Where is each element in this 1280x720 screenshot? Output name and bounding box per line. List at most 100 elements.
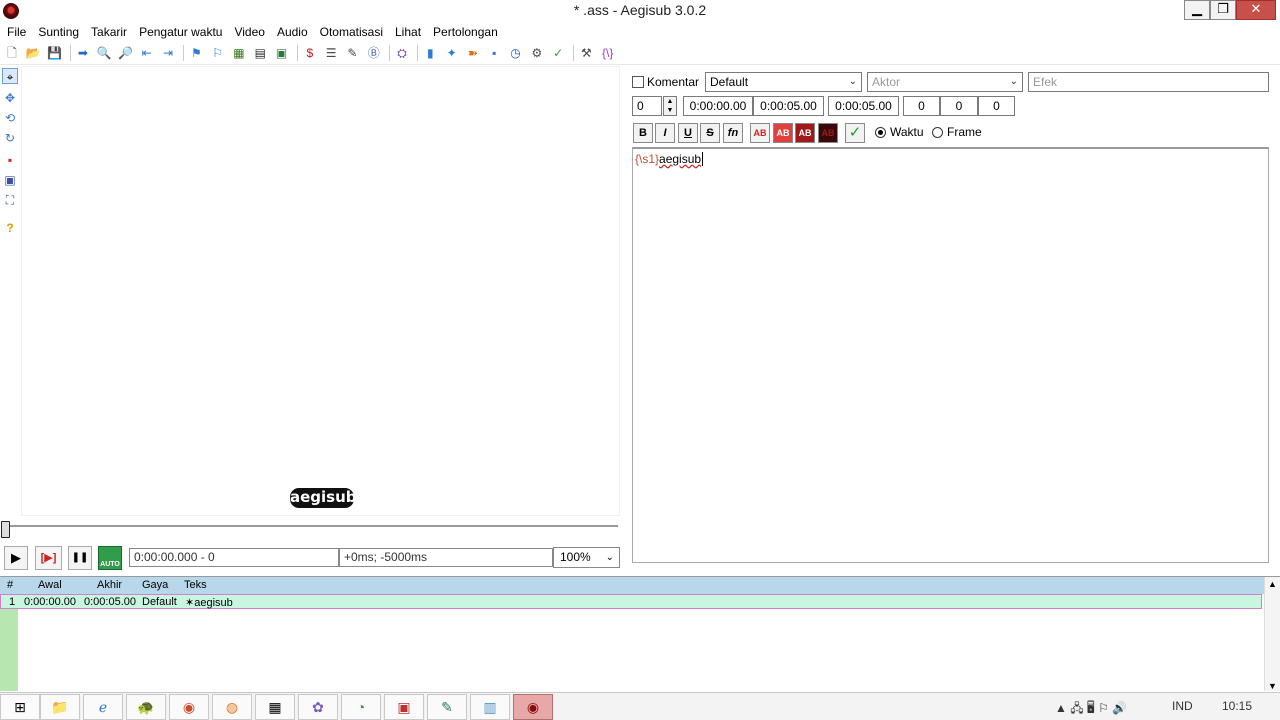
clip-tool-icon[interactable]: ▣ [2, 172, 18, 188]
translation-icon[interactable]: ✦ [443, 44, 461, 62]
properties-icon[interactable]: ☰ [322, 44, 340, 62]
autoscroll-toggle[interactable]: AUTO [98, 546, 122, 570]
scroll-up-icon[interactable]: ▲ [1265, 579, 1280, 589]
timing-postprocessor-icon[interactable]: ▪ [485, 44, 503, 62]
system-tray-icons[interactable]: ▲ 🖧 🖥 ⚐ 🔊 [1055, 699, 1127, 720]
close-button[interactable]: ✕ [1236, 0, 1276, 20]
options-icon[interactable]: ⚒ [577, 44, 595, 62]
taskbar-internet-explorer-icon[interactable]: ℯ [83, 694, 123, 720]
menu-video[interactable]: Video [234, 25, 270, 39]
clock[interactable]: 10:15 [1222, 699, 1252, 713]
menu-subtitle[interactable]: Takarir [91, 25, 133, 39]
grid-col-text[interactable]: Teks [184, 579, 207, 591]
taskbar-chrome-icon[interactable]: ◉ [169, 694, 209, 720]
shadow-color-button[interactable]: AB [818, 123, 838, 143]
end-time-field[interactable]: 0:00:05.00 [753, 96, 824, 116]
play-button[interactable]: ▶ [4, 546, 28, 570]
select-start-icon[interactable]: ⚑ [187, 44, 205, 62]
video-details-icon[interactable]: ▦ [230, 44, 248, 62]
grid-col-end[interactable]: Akhir [97, 579, 122, 591]
primary-color-button[interactable]: AB [750, 123, 770, 143]
bold-button[interactable]: B [633, 123, 653, 143]
layer-spinner-arrows[interactable]: ▲ ▼ [663, 96, 677, 116]
new-file-icon[interactable]: 🗋 [3, 44, 21, 62]
kanji-icon[interactable]: ➽ [464, 44, 482, 62]
taskbar-app-icon[interactable]: 🐢 [126, 694, 166, 720]
taskbar-torrent-icon[interactable]: ◔ [341, 694, 381, 720]
save-file-icon[interactable]: 💾 [46, 44, 64, 62]
scroll-down-icon[interactable]: ▼ [1265, 681, 1280, 691]
time-radio-group[interactable]: Waktu [875, 125, 924, 139]
rotate-xy-tool-icon[interactable]: ↻ [2, 130, 18, 146]
style-select[interactable]: Default ⌄ [705, 72, 862, 92]
grid-col-style[interactable]: Gaya [142, 579, 168, 591]
outline-color-button[interactable]: AB [795, 123, 815, 143]
shift-times-icon[interactable]: ◷ [507, 44, 525, 62]
tag-toggle-icon[interactable]: {\} [599, 44, 617, 62]
fonts-collector-icon[interactable]: Ⓑ [365, 44, 383, 62]
taskbar-media-icon[interactable]: ▦ [255, 694, 295, 720]
audio-snap-icon[interactable]: ⇥ [159, 44, 177, 62]
grid-scrollbar[interactable]: ▲ ▼ [1264, 577, 1280, 691]
zoom-out-icon[interactable]: 🔎 [116, 44, 134, 62]
strikeout-button[interactable]: S [700, 123, 720, 143]
taskbar-app-icon[interactable]: ▣ [384, 694, 424, 720]
taskbar-app-icon[interactable]: ▥ [470, 694, 510, 720]
menu-file[interactable]: File [7, 25, 32, 39]
video-seek-thumb[interactable] [1, 521, 10, 538]
font-button[interactable]: fn [723, 123, 743, 143]
attachments-icon[interactable]: ✎ [343, 44, 361, 62]
keyframes-icon[interactable]: ▤ [251, 44, 269, 62]
actor-select[interactable]: Aktor ⌄ [867, 72, 1023, 92]
assistant-icon[interactable]: ⚙ [528, 44, 546, 62]
help-icon[interactable]: ? [2, 220, 18, 236]
menu-automation[interactable]: Otomatisasi [320, 25, 389, 39]
timing-icon[interactable]: ▣ [273, 44, 291, 62]
video-seek-track[interactable] [8, 525, 618, 527]
margin-vertical-field[interactable]: 0 [978, 96, 1015, 116]
pause-button[interactable]: ❚❚ [68, 546, 92, 570]
secondary-color-button[interactable]: AB [773, 123, 793, 143]
frame-radio[interactable] [932, 126, 943, 138]
italic-button[interactable]: I [655, 123, 675, 143]
frame-radio-group[interactable]: Frame [932, 125, 982, 139]
comment-checkbox-group[interactable]: Komentar [632, 75, 699, 89]
scale-tool-icon[interactable]: ▪ [2, 152, 18, 168]
video-display[interactable] [21, 66, 620, 516]
taskbar-app-icon[interactable]: ✿ [298, 694, 338, 720]
resample-icon[interactable]: ▮ [421, 44, 439, 62]
menu-timing[interactable]: Pengatur waktu [139, 25, 228, 39]
spell-checker-icon[interactable]: ✓ [549, 44, 567, 62]
open-file-icon[interactable]: 📂 [24, 44, 42, 62]
taskbar-aegisub-icon[interactable]: ◉ [513, 694, 553, 720]
taskbar-firefox-icon[interactable]: ◍ [212, 694, 252, 720]
start-time-field[interactable]: 0:00:00.00 [683, 96, 753, 116]
margin-left-field[interactable]: 0 [903, 96, 940, 116]
margin-right-field[interactable]: 0 [940, 96, 978, 116]
drag-tool-icon[interactable]: ⌖ [2, 68, 18, 84]
commit-button[interactable]: ✓ [845, 123, 865, 143]
minimize-button[interactable]: ▁ [1184, 0, 1210, 20]
start-button[interactable]: ⊞ [0, 694, 40, 720]
menu-view[interactable]: Lihat [395, 25, 427, 39]
video-time-field[interactable]: 0:00:00.000 - 0 [129, 548, 339, 567]
comment-checkbox[interactable] [632, 76, 644, 88]
input-language[interactable]: IND [1172, 699, 1193, 713]
styles-manager-icon[interactable]: $ [301, 44, 319, 62]
rotate-z-tool-icon[interactable]: ⟲ [2, 110, 18, 126]
video-offset-field[interactable]: +0ms; -5000ms [339, 548, 553, 567]
move-tool-icon[interactable]: ✥ [2, 90, 18, 106]
zoom-select[interactable]: 100% ⌄ [553, 547, 620, 568]
menu-audio[interactable]: Audio [277, 25, 314, 39]
zoom-in-icon[interactable]: 🔍 [95, 44, 113, 62]
video-snap-icon[interactable]: ⇤ [138, 44, 156, 62]
subtitle-text-editor[interactable]: {\s1}aegisub [632, 147, 1269, 563]
vector-clip-tool-icon[interactable]: ⛶ [2, 192, 18, 208]
duration-field[interactable]: 0:00:05.00 [828, 96, 899, 116]
menu-help[interactable]: Pertolongan [433, 25, 504, 39]
effect-field[interactable]: Efek [1028, 72, 1269, 92]
menu-edit[interactable]: Sunting [38, 25, 85, 39]
jump-to-icon[interactable]: ➡ [74, 44, 92, 62]
time-radio[interactable] [875, 126, 886, 138]
table-row[interactable]: 1 0:00:00.00 0:00:05.00 Default ✶aegisub [0, 594, 1262, 609]
